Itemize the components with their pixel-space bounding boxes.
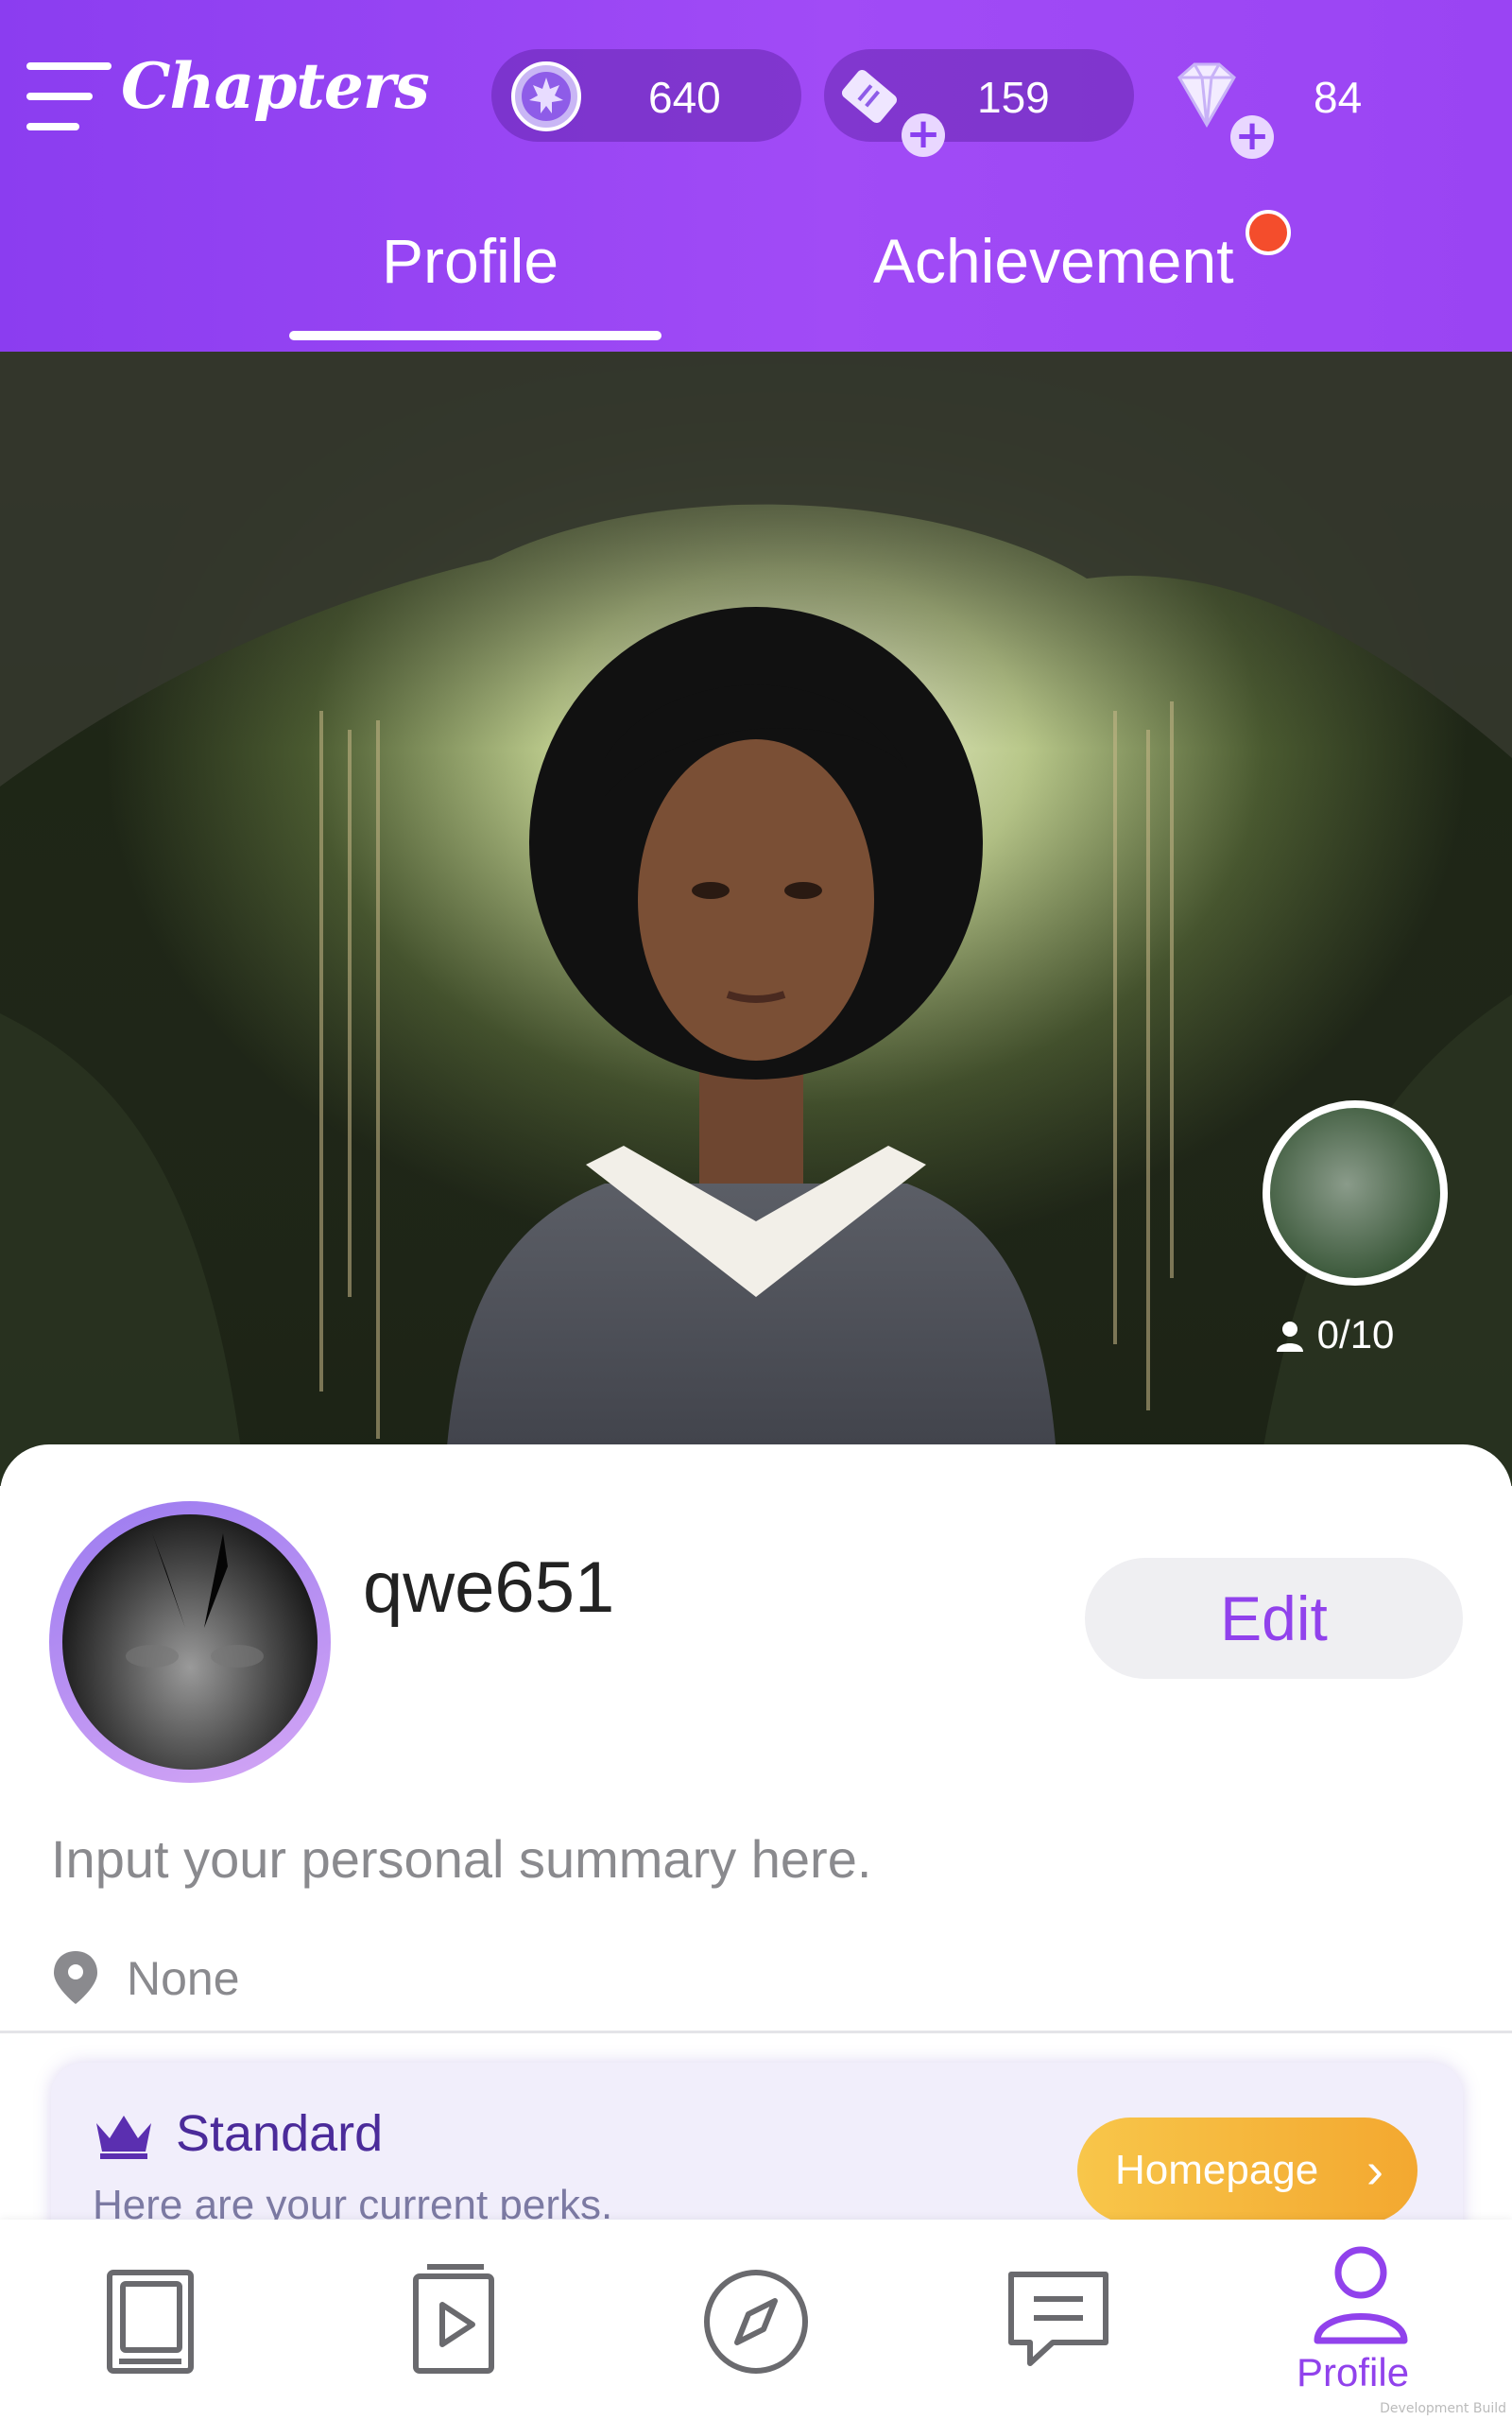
menu-line <box>26 62 112 70</box>
menu-line <box>26 93 93 100</box>
library-icon <box>107 2270 194 2374</box>
username: qwe651 <box>363 1547 615 1628</box>
notification-dot <box>1246 210 1291 255</box>
video-icon <box>413 2264 494 2374</box>
homepage-button-label: Homepage <box>1115 2147 1319 2193</box>
friends-counter: 0/10 <box>1274 1312 1394 1357</box>
compass-icon <box>704 2270 808 2374</box>
nav-profile[interactable] <box>1300 2235 1423 2367</box>
profile-icon <box>1314 2246 1408 2344</box>
app-header: Chapters 640 + 159 + 84 Profile Achievem… <box>0 0 1512 352</box>
nav-messages[interactable] <box>998 2257 1121 2390</box>
personal-summary-field[interactable]: Input your personal summary here. <box>51 1828 871 1890</box>
development-build-watermark: Development Build <box>1380 2401 1506 2416</box>
nav-library[interactable] <box>91 2257 214 2390</box>
diamonds-value: 84 <box>1314 73 1363 122</box>
active-tab-indicator <box>289 331 662 340</box>
membership-tier: Standard <box>176 2105 384 2162</box>
section-divider <box>0 2031 1512 2033</box>
ticket-icon <box>832 59 907 138</box>
tickets-value: 159 <box>977 73 1050 122</box>
nav-profile-label: Profile <box>1297 2350 1410 2394</box>
coins-value: 640 <box>648 73 721 122</box>
location-text[interactable]: None <box>127 1951 240 2006</box>
tickets-pill[interactable]: + 159 <box>824 49 1134 157</box>
friend-avatar-slot[interactable] <box>1263 1100 1448 1286</box>
add-diamonds-icon[interactable]: + <box>1230 115 1274 159</box>
crown-icon <box>93 2110 155 2165</box>
hamburger-menu-button[interactable] <box>26 60 112 132</box>
location-pin-icon <box>51 1949 100 2010</box>
tab-achievement[interactable]: Achievement <box>873 225 1234 297</box>
homepage-button[interactable]: Homepage › <box>1077 2118 1418 2223</box>
diamonds-pill[interactable]: + 84 <box>1157 49 1474 159</box>
profile-avatar[interactable] <box>49 1501 331 1783</box>
edit-profile-button[interactable]: Edit <box>1085 1558 1463 1679</box>
leaf-coin-icon <box>510 60 582 136</box>
nav-explore[interactable] <box>696 2257 818 2390</box>
add-tickets-icon[interactable]: + <box>902 113 945 157</box>
menu-line <box>26 123 79 130</box>
app-logo: Chapters <box>121 49 430 123</box>
tab-profile[interactable]: Profile <box>382 225 558 297</box>
nav-videos[interactable] <box>393 2257 516 2390</box>
friends-count-text: 0/10 <box>1316 1312 1395 1357</box>
avatar-image <box>62 1514 318 1770</box>
chevron-right-icon: › <box>1366 2142 1383 2199</box>
chat-icon <box>1008 2272 1108 2366</box>
coins-pill[interactable]: 640 <box>491 49 801 142</box>
person-icon <box>1274 1312 1317 1357</box>
